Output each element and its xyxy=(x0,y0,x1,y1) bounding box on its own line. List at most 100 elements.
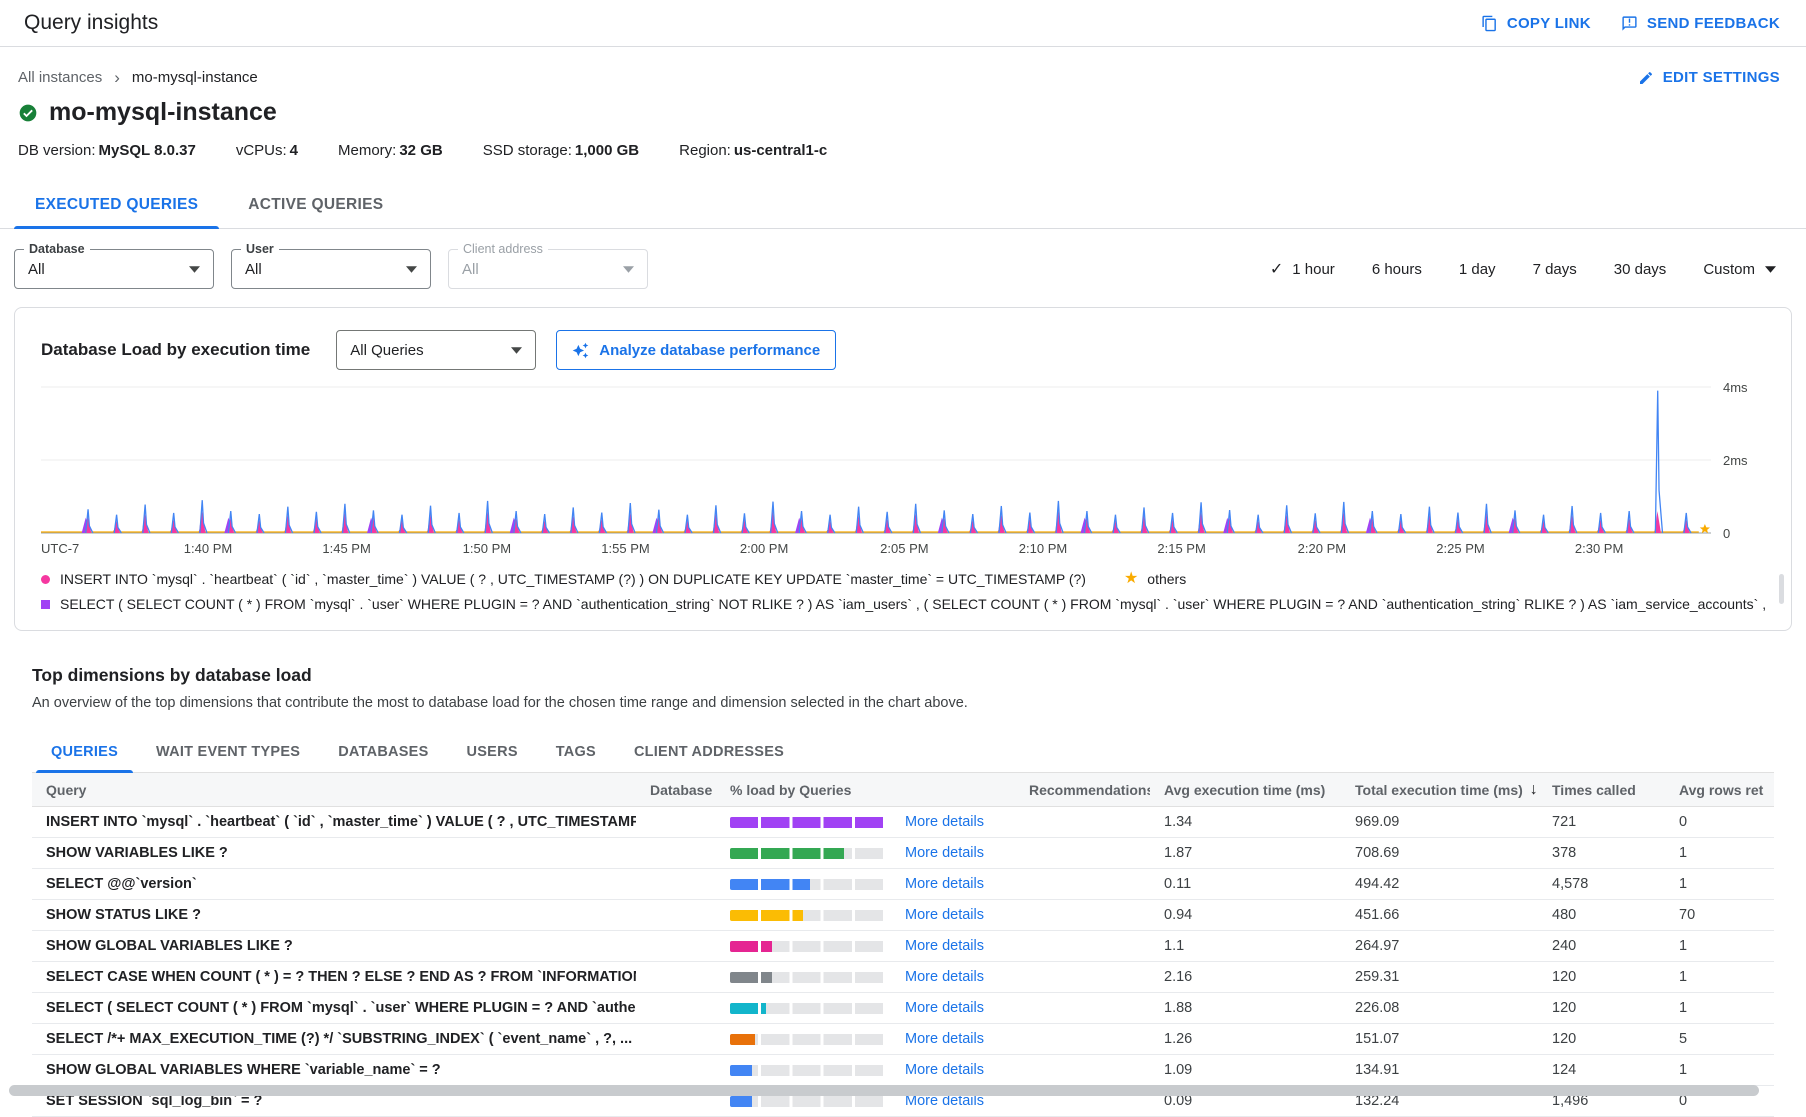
analyze-database-performance-button[interactable]: Analyze database performance xyxy=(556,330,836,370)
breadcrumb-current: mo-mysql-instance xyxy=(132,69,258,86)
chevron-right-icon: › xyxy=(114,69,120,86)
avg-rows-value: 5 xyxy=(1665,1031,1764,1047)
column-header-load: % load by Queries xyxy=(716,782,891,798)
table-row[interactable]: SELECT /*+ MAX_EXECUTION_TIME (?) */ `SU… xyxy=(32,1024,1774,1055)
column-header-total-exec-time[interactable]: Total execution time (ms) ↓ xyxy=(1341,781,1538,799)
chevron-down-icon xyxy=(1765,266,1776,273)
x-tick-label: 2:05 PM xyxy=(880,541,928,556)
load-bar xyxy=(730,972,886,983)
more-details-link[interactable]: More details xyxy=(905,969,984,985)
client-address-filter-label: Client address xyxy=(458,242,548,256)
load-bar xyxy=(730,1065,886,1076)
load-card-title: Database Load by execution time xyxy=(41,340,310,360)
tab-databases[interactable]: DATABASES xyxy=(319,731,447,772)
copy-link-button[interactable]: COPY LINK xyxy=(1481,15,1591,32)
tab-users[interactable]: USERS xyxy=(448,731,537,772)
x-tick-label: 1:50 PM xyxy=(463,541,511,556)
time-range-option-7-days[interactable]: 7 days xyxy=(1533,261,1577,278)
more-details-link[interactable]: More details xyxy=(905,1062,984,1078)
database-filter-value: All xyxy=(28,261,45,278)
more-details-link[interactable]: More details xyxy=(905,876,984,892)
database-filter-select[interactable]: Database All xyxy=(14,249,214,289)
chevron-down-icon xyxy=(406,266,417,273)
send-feedback-button[interactable]: SEND FEEDBACK xyxy=(1621,15,1780,32)
user-filter-value: All xyxy=(245,261,262,278)
more-details-link[interactable]: More details xyxy=(905,907,984,923)
breadcrumb: All instances › mo-mysql-instance xyxy=(18,69,258,86)
copy-icon xyxy=(1481,15,1498,32)
load-bar-cell xyxy=(716,972,891,983)
chevron-down-icon xyxy=(511,347,522,354)
table-row[interactable]: INSERT INTO `mysql` . `heartbeat` ( `id`… xyxy=(32,807,1774,838)
load-bar-fill xyxy=(730,1065,752,1076)
y-tick-label: 0 xyxy=(1723,526,1730,541)
client-address-filter-select[interactable]: Client address All xyxy=(448,249,648,289)
load-bar xyxy=(730,1003,886,1014)
query-text: SELECT CASE WHEN COUNT ( * ) = ? THEN ? … xyxy=(32,969,636,985)
load-bar xyxy=(730,910,886,921)
column-header-avg-exec-time: Avg execution time (ms) xyxy=(1150,782,1341,798)
table-row[interactable]: SELECT CASE WHEN COUNT ( * ) = ? THEN ? … xyxy=(32,962,1774,993)
instance-detail: DB version:MySQL 8.0.37 xyxy=(18,142,196,159)
breadcrumb-all-instances[interactable]: All instances xyxy=(18,69,102,86)
tab-queries[interactable]: QUERIES xyxy=(32,731,137,772)
total-exec-time-value: 494.42 xyxy=(1341,876,1538,892)
avg-exec-time-value: 0.94 xyxy=(1150,907,1341,923)
legend-scrollbar[interactable] xyxy=(1779,574,1784,604)
table-row[interactable]: SELECT @@`version` More details 0.11 494… xyxy=(32,869,1774,900)
times-called-value: 240 xyxy=(1538,938,1665,954)
feedback-icon xyxy=(1621,15,1638,32)
time-range-custom[interactable]: Custom xyxy=(1703,261,1776,278)
table-row[interactable]: SELECT ( SELECT COUNT ( * ) FROM `mysql`… xyxy=(32,993,1774,1024)
avg-exec-time-value: 0.11 xyxy=(1150,876,1341,892)
avg-rows-value: 1 xyxy=(1665,876,1764,892)
tab-wait-event-types[interactable]: WAIT EVENT TYPES xyxy=(137,731,319,772)
table-row[interactable]: SHOW STATUS LIKE ? More details 0.94 451… xyxy=(32,900,1774,931)
tab-executed-queries[interactable]: EXECUTED QUERIES xyxy=(10,181,223,228)
edit-settings-button[interactable]: EDIT SETTINGS xyxy=(1638,69,1780,86)
user-filter-select[interactable]: User All xyxy=(231,249,431,289)
time-range-option-1-day[interactable]: 1 day xyxy=(1459,261,1496,278)
more-details-link[interactable]: More details xyxy=(905,814,984,830)
avg-rows-value: 1 xyxy=(1665,969,1764,985)
instance-name: mo-mysql-instance xyxy=(49,98,277,127)
times-called-value: 721 xyxy=(1538,814,1665,830)
table-row[interactable]: SHOW GLOBAL VARIABLES LIKE ? More detail… xyxy=(32,931,1774,962)
tab-client-addresses[interactable]: CLIENT ADDRESSES xyxy=(615,731,803,772)
avg-exec-time-value: 1.34 xyxy=(1150,814,1341,830)
times-called-value: 120 xyxy=(1538,969,1665,985)
load-bar-fill xyxy=(730,879,810,890)
column-header-recommendations: Recommendations xyxy=(1015,782,1150,798)
avg-rows-value: 1 xyxy=(1665,1000,1764,1016)
instance-detail: Region:us-central1-c xyxy=(679,142,827,159)
more-details-link[interactable]: More details xyxy=(905,845,984,861)
time-range-option-30-days[interactable]: 30 days xyxy=(1614,261,1667,278)
table-row[interactable]: SHOW GLOBAL VARIABLES WHERE `variable_na… xyxy=(32,1055,1774,1086)
horizontal-scrollbar[interactable] xyxy=(9,1085,1759,1096)
tab-active-queries[interactable]: ACTIVE QUERIES xyxy=(223,181,408,228)
more-details-link[interactable]: More details xyxy=(905,1000,984,1016)
more-details-link[interactable]: More details xyxy=(905,938,984,954)
time-range-option-6-hours[interactable]: 6 hours xyxy=(1372,261,1422,278)
total-exec-time-value: 708.69 xyxy=(1341,845,1538,861)
query-filter-select[interactable]: All Queries xyxy=(336,330,536,370)
avg-exec-time-value: 2.16 xyxy=(1150,969,1341,985)
x-tick-label: 1:40 PM xyxy=(184,541,232,556)
more-details-link[interactable]: More details xyxy=(905,1031,984,1047)
x-tick-label: 2:00 PM xyxy=(740,541,788,556)
load-bar-cell xyxy=(716,1034,891,1045)
table-row[interactable]: SHOW VARIABLES LIKE ? More details 1.87 … xyxy=(32,838,1774,869)
user-filter-label: User xyxy=(241,242,279,256)
total-exec-time-value: 226.08 xyxy=(1341,1000,1538,1016)
query-text: SHOW VARIABLES LIKE ? xyxy=(32,845,636,861)
sort-desc-icon: ↓ xyxy=(1530,781,1538,799)
edit-settings-label: EDIT SETTINGS xyxy=(1663,69,1780,86)
load-bar-cell xyxy=(716,910,891,921)
star-icon: ★ xyxy=(1124,571,1138,587)
load-bar-fill xyxy=(730,1003,766,1014)
query-text: SHOW GLOBAL VARIABLES LIKE ? xyxy=(32,938,636,954)
query-text: SELECT @@`version` xyxy=(32,876,636,892)
tab-tags[interactable]: TAGS xyxy=(537,731,615,772)
avg-exec-time-value: 1.87 xyxy=(1150,845,1341,861)
time-range-option-1-hour[interactable]: ✓1 hour xyxy=(1270,259,1335,279)
